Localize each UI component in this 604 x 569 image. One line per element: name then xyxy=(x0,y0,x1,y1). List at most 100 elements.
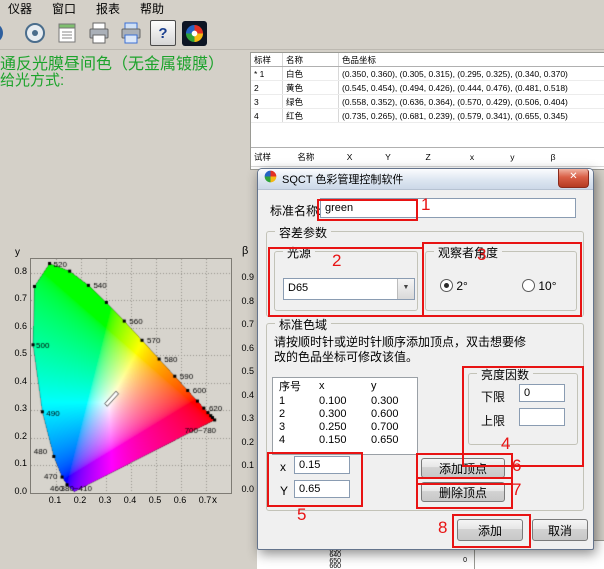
beta-axis-tick: 0.9 xyxy=(236,272,254,282)
vertex-col-index: 序号 xyxy=(273,378,313,394)
table-row[interactable]: 3 绿色 (0.558, 0.352), (0.636, 0.364), (0.… xyxy=(251,95,604,109)
col-header-coords: 色品坐标 xyxy=(339,53,604,67)
beta-axis-tick: 0.7 xyxy=(236,319,254,329)
standard-name-label: 标准名称: xyxy=(270,202,321,219)
std-coords-cell: (0.545, 0.454), (0.494, 0.426), (0.444, … xyxy=(339,81,604,95)
toolbar: ? xyxy=(0,17,207,49)
partial-circle-icon[interactable] xyxy=(0,20,16,46)
table-row[interactable]: 2 黄色 (0.545, 0.454), (0.494, 0.426), (0.… xyxy=(251,81,604,95)
close-icon[interactable]: ✕ xyxy=(558,169,589,188)
sqct-dialog: SQCT 色彩管理控制软件 ✕ 标准名称: 容差参数 光源 D65 ▼ 观察者角… xyxy=(257,168,594,550)
std-id-cell: * 1 xyxy=(251,67,283,81)
menu-help[interactable]: 帮助 xyxy=(140,0,164,17)
vertex-list[interactable]: 序号 x y 1 0.100 0.300 2 0.300 0.600 3 0.2… xyxy=(272,377,418,455)
dialog-titlebar[interactable]: SQCT 色彩管理控制软件 xyxy=(258,169,593,190)
std-coords-cell: (0.558, 0.352), (0.636, 0.364), (0.570, … xyxy=(339,95,604,109)
vertex-header-row: 序号 x y xyxy=(273,378,417,394)
add-vertex-button[interactable]: 添加顶点 xyxy=(421,458,505,478)
cancel-button[interactable]: 取消 xyxy=(532,519,588,541)
sqct-logo-icon[interactable] xyxy=(182,21,207,46)
print-export-icon[interactable] xyxy=(118,20,144,46)
sample-col-Z: Z xyxy=(423,152,465,162)
sample-table-header: 试样 名称 X Y Z x y β xyxy=(251,147,604,167)
vertex-col-x: x xyxy=(313,378,365,394)
vertex-cell: 0.300 xyxy=(365,394,417,407)
beta-axis-tick: 0.1 xyxy=(236,460,254,470)
observer-group-label: 观察者角度 xyxy=(434,244,502,261)
x-axis-tick: 0.6 xyxy=(170,495,190,505)
y-axis-label: y xyxy=(15,247,20,258)
lower-limit-input[interactable] xyxy=(519,384,565,402)
list-item[interactable]: 1 0.100 0.300 xyxy=(273,394,417,407)
y-axis-tick: 0.7 xyxy=(6,293,27,303)
luminance-group-label: 亮度因数 xyxy=(477,366,533,383)
table-row[interactable]: * 1 白色 (0.350, 0.360), (0.305, 0.315), (… xyxy=(251,67,604,81)
notebook-icon[interactable] xyxy=(54,20,80,46)
standards-table: 标样 名称 色品坐标 * 1 白色 (0.350, 0.360), (0.305… xyxy=(251,53,604,123)
vertex-cell: 0.150 xyxy=(313,433,365,446)
menu-window[interactable]: 窗口 xyxy=(52,0,76,17)
x-axis-tick: 0.1 xyxy=(45,495,65,505)
list-item[interactable]: 3 0.250 0.700 xyxy=(273,420,417,433)
vertex-table: 序号 x y 1 0.100 0.300 2 0.300 0.600 3 0.2… xyxy=(273,378,417,446)
light-source-group-label: 光源 xyxy=(283,244,315,261)
instruction-line-2: 改的色品坐标可修改该值。 xyxy=(274,348,418,365)
std-coords-cell: (0.735, 0.265), (0.681, 0.239), (0.579, … xyxy=(339,109,604,123)
observer-10-radio[interactable] xyxy=(522,279,535,292)
vertex-cell: 0.300 xyxy=(313,407,365,420)
help-icon[interactable]: ? xyxy=(150,20,176,46)
sample-col-Y: Y xyxy=(382,152,420,162)
y-axis-tick: 0.6 xyxy=(6,321,27,331)
y-axis-tick: 0.2 xyxy=(6,431,27,441)
x-coord-input[interactable] xyxy=(294,456,350,474)
std-id-cell: 2 xyxy=(251,81,283,95)
x-axis-tick: 0.5 xyxy=(145,495,165,505)
upper-limit-input[interactable] xyxy=(519,408,565,426)
luminance-group: 亮度因数 下限 上限 xyxy=(468,373,578,445)
y-axis-tick: 0.4 xyxy=(6,376,27,386)
list-item[interactable]: 4 0.150 0.650 xyxy=(273,433,417,446)
std-name-cell: 绿色 xyxy=(283,95,339,109)
cie-canvas xyxy=(31,259,231,493)
dialog-logo-icon xyxy=(264,170,277,188)
list-item[interactable]: 2 0.300 0.600 xyxy=(273,407,417,420)
delete-vertex-button[interactable]: 删除顶点 xyxy=(421,482,505,502)
light-source-group: 光源 D65 ▼ xyxy=(274,251,418,311)
wavelength-list-item: 660 xyxy=(323,564,341,569)
observer-group: 观察者角度 2° 10° xyxy=(425,251,577,311)
sample-col-beta: β xyxy=(548,152,573,162)
sample-col-y: y xyxy=(507,152,545,162)
std-id-cell: 4 xyxy=(251,109,283,123)
instrument-circle-icon[interactable] xyxy=(22,20,48,46)
spectral-zero: 0 xyxy=(455,557,467,564)
sample-col-x: x xyxy=(467,152,505,162)
y-axis-tick: 0.5 xyxy=(6,348,27,358)
light-source-select[interactable]: D65 ▼ xyxy=(283,278,415,300)
x-axis-tick: 0.7 xyxy=(195,495,215,505)
beta-axis-tick: 0.6 xyxy=(236,343,254,353)
observer-2-radio[interactable] xyxy=(440,279,453,292)
add-button[interactable]: 添加 xyxy=(457,519,523,541)
x-axis-tick: 0.3 xyxy=(95,495,115,505)
dialog-title: SQCT 色彩管理控制软件 xyxy=(282,171,403,187)
y-axis-tick: 0.1 xyxy=(6,458,27,468)
vertex-col-y: y xyxy=(365,378,417,394)
vertex-cell: 0.250 xyxy=(313,420,365,433)
vertex-cell: 0.600 xyxy=(365,407,417,420)
table-row[interactable]: 4 红色 (0.735, 0.265), (0.681, 0.239), (0.… xyxy=(251,109,604,123)
vertex-cell: 4 xyxy=(273,433,313,446)
std-coords-cell: (0.350, 0.360), (0.305, 0.315), (0.295, … xyxy=(339,67,604,81)
vertex-cell: 0.700 xyxy=(365,420,417,433)
menu-report[interactable]: 报表 xyxy=(96,0,120,17)
standard-name-input[interactable] xyxy=(320,198,576,218)
x-axis-tick: 0.4 xyxy=(120,495,140,505)
chevron-down-icon: ▼ xyxy=(397,279,414,299)
print-icon[interactable] xyxy=(86,20,112,46)
annotation-number-8: 8 xyxy=(438,518,447,538)
x-coord-label: x xyxy=(280,460,286,474)
x-axis-tick: 0.2 xyxy=(70,495,90,505)
y-coord-input[interactable] xyxy=(294,480,350,498)
menu-instrument[interactable]: 仪器 xyxy=(8,0,32,17)
std-id-cell: 3 xyxy=(251,95,283,109)
std-name-cell: 黄色 xyxy=(283,81,339,95)
